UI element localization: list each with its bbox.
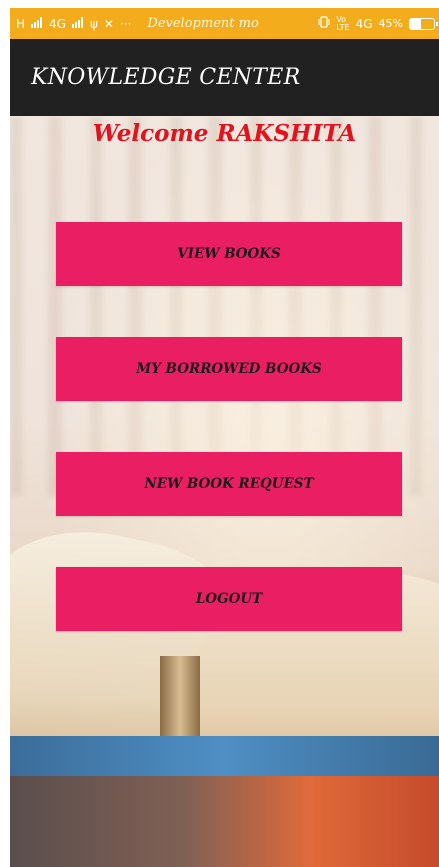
logout-button[interactable]: LOGOUT [56,567,402,631]
more-notifications-icon: ··· [119,16,132,31]
network-4g-label: 4G [355,16,373,31]
developer-mode-notification: Development mo [147,16,259,31]
book-cover [10,736,439,776]
battery-icon [409,17,438,30]
table-surface [10,776,439,867]
screen: H 4G ψ ✕ ··· Development mo Vo LTE 4G 45% [0,0,439,867]
my-borrowed-books-button[interactable]: MY BORROWED BOOKS [56,337,402,401]
signal-strength-icon-2 [71,16,84,31]
tools-icon: ✕ [103,16,114,31]
welcome-message: Welcome RAKSHITA [92,120,357,147]
status-left: H 4G ψ ✕ ··· [10,16,132,31]
vibrate-icon [318,16,330,31]
signal-icon: H [16,16,26,31]
volte-icon: Vo LTE [336,14,350,32]
new-book-request-button[interactable]: NEW BOOK REQUEST [56,452,402,516]
view-books-button[interactable]: VIEW BOOKS [56,222,402,286]
status-right: Vo LTE 4G 45% [318,14,439,32]
status-bar: H 4G ψ ✕ ··· Development mo Vo LTE 4G 45% [10,8,439,39]
network-type-label: 4G [49,16,66,31]
signal-strength-icon [31,16,43,31]
app-title: KNOWLEDGE CENTER [31,65,301,90]
battery-percent: 45% [378,17,403,30]
app-bar: KNOWLEDGE CENTER [10,39,439,116]
battery-level [410,18,421,29]
usb-icon: ψ [89,16,98,31]
